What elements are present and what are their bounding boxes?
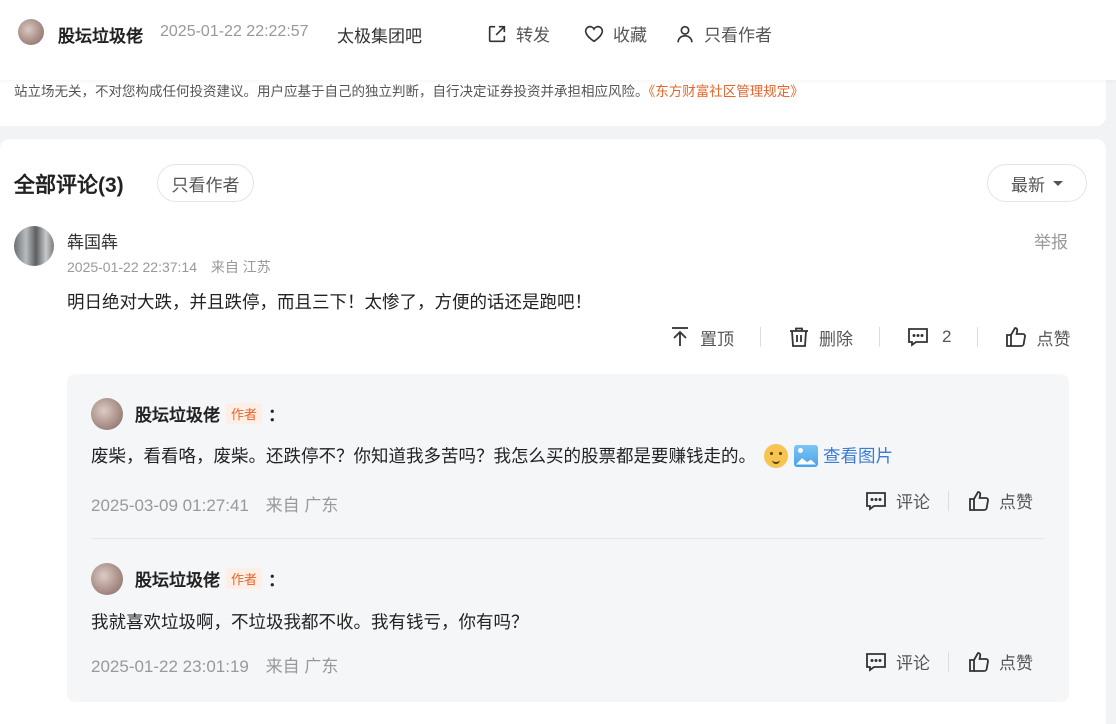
reply-comment-button[interactable]: 评论 <box>864 488 930 513</box>
commenter-name[interactable]: 犇国犇 <box>67 228 118 253</box>
author-avatar[interactable] <box>18 19 44 45</box>
reply-actions: 评论 点赞 <box>864 649 1033 674</box>
comment-timestamp: 2025-01-22 22:37:14 <box>67 259 197 275</box>
reply-count: 2 <box>942 327 952 346</box>
pin-top-icon <box>672 327 688 346</box>
author-only-filter-label: 只看作者 <box>171 175 240 195</box>
like-button[interactable]: 点赞 <box>1004 325 1070 350</box>
author-name[interactable]: 股坛垃圾佬 <box>58 22 143 47</box>
action-separator <box>879 327 880 347</box>
reply-timestamp: 2025-03-09 01:27:41 <box>91 496 249 515</box>
reply-location: 来自 广东 <box>265 657 339 676</box>
report-button[interactable]: 举报 <box>1034 228 1068 253</box>
thumbs-up-icon <box>969 651 989 672</box>
reply-timestamp: 2025-01-22 23:01:19 <box>91 657 249 676</box>
reply-comment-label: 评论 <box>896 493 930 512</box>
view-image-label: 查看图片 <box>823 446 893 466</box>
commenter-avatar[interactable] <box>14 226 54 266</box>
favorite-label: 收藏 <box>613 26 647 45</box>
reply-like-button[interactable]: 点赞 <box>967 649 1033 674</box>
reply-comment-button[interactable]: 评论 <box>864 649 930 674</box>
delete-button[interactable]: 删除 <box>787 325 853 350</box>
comments-title: 全部评论(3) <box>14 174 124 197</box>
share-icon <box>488 25 506 42</box>
sort-dropdown[interactable]: 最新 <box>987 164 1087 202</box>
post-timestamp: 2025-01-22 22:22:57 <box>160 23 309 40</box>
reply-avatar[interactable] <box>91 563 123 595</box>
reply-location: 来自 广东 <box>265 496 339 515</box>
action-separator <box>977 327 979 347</box>
favorite-button[interactable]: 收藏 <box>583 21 647 46</box>
pin-button[interactable]: 置顶 <box>668 325 734 350</box>
image-icon <box>794 444 818 467</box>
comment-icon <box>908 328 928 347</box>
heart-icon <box>584 25 604 42</box>
view-image-link[interactable]: 查看图片 <box>794 443 893 468</box>
user-icon <box>677 25 693 42</box>
author-only-label: 只看作者 <box>704 26 772 45</box>
reply-count-button[interactable]: 2 <box>906 325 951 349</box>
action-separator <box>948 490 949 511</box>
author-tag: 作者 <box>226 403 263 424</box>
reply-author-name[interactable]: 股坛垃圾佬 <box>135 401 220 426</box>
reply-actions: 评论 点赞 <box>864 488 1033 513</box>
emoji-face-icon <box>764 443 788 468</box>
reply-like-button[interactable]: 点赞 <box>967 488 1033 513</box>
share-button[interactable]: 转发 <box>486 21 550 46</box>
share-label: 转发 <box>516 26 550 45</box>
thumbs-up-icon <box>969 490 989 511</box>
delete-label: 删除 <box>819 329 853 349</box>
reply-like-label: 点赞 <box>999 654 1033 673</box>
sort-label: 最新 <box>1011 175 1045 195</box>
reply-divider <box>91 538 1045 539</box>
author-tag: 作者 <box>226 568 263 589</box>
reply-text: 我就喜欢垃圾啊，不垃圾我都不收。我有钱亏，你有吗？ <box>91 612 529 632</box>
disclaimer: 站立场无关，不对您构成任何投资建议。用户应基于自己的独立判断，自行决定证券投资并… <box>14 80 804 100</box>
pin-label: 置顶 <box>700 329 734 349</box>
forum-bar-link[interactable]: 太极集团吧 <box>337 22 422 47</box>
author-only-filter-button[interactable]: 只看作者 <box>157 164 254 202</box>
reply-colon: ： <box>268 571 286 590</box>
caret-down-icon <box>1053 180 1063 186</box>
reply-text: 废柴，看看咯，废柴。还跌停不？你知道我多苦吗？我怎么买的股票都是要赚钱走的。 <box>91 446 756 466</box>
community-rules-link[interactable]: 《东方财富社区管理规定》 <box>649 84 804 99</box>
reply-text-row: 我就喜欢垃圾啊，不垃圾我都不收。我有钱亏，你有吗？ <box>91 609 529 634</box>
comment-actions: 置顶 删除 2 点赞 <box>668 323 1070 351</box>
reply-avatar[interactable] <box>91 398 123 430</box>
disclaimer-text: 站立场无关，不对您构成任何投资建议。用户应基于自己的独立判断，自行决定证券投资并… <box>14 84 649 99</box>
post-header-bar: 股坛垃圾佬 2025-01-22 22:22:57 太极集团吧 转发 收藏 只看… <box>0 0 1116 80</box>
thumbs-up-icon <box>1006 327 1027 347</box>
reply-text-row: 废柴，看看咯，废柴。还跌停不？你知道我多苦吗？我怎么买的股票都是要赚钱走的。 查… <box>91 443 893 468</box>
action-separator <box>948 651 949 672</box>
reply-meta: 2025-03-09 01:27:41 来自 广东 <box>91 491 338 516</box>
like-label: 点赞 <box>1036 329 1071 349</box>
comment-location: 来自 江苏 <box>210 259 271 275</box>
comment-icon <box>866 652 886 672</box>
comment-meta: 2025-01-22 22:37:14 来自 江苏 <box>67 257 271 277</box>
reply-like-label: 点赞 <box>999 493 1033 512</box>
reply-comment-label: 评论 <box>896 654 930 673</box>
comments-section: 全部评论(3) 只看作者 最新 犇国犇 2025-01-22 22:37:14 … <box>0 139 1106 724</box>
reply-author: 股坛垃圾佬 作者 ： <box>135 401 285 426</box>
replies-container: 股坛垃圾佬 作者 ： 废柴，看看咯，废柴。还跌停不？你知道我多苦吗？我怎么买的股… <box>67 374 1069 702</box>
reply-author-name[interactable]: 股坛垃圾佬 <box>135 566 220 591</box>
comment-text: 明日绝对大跌，并且跌停，而且三下！太惨了，方便的话还是跑吧！ <box>67 292 592 312</box>
comment-icon <box>866 491 886 511</box>
reply-author: 股坛垃圾佬 作者 ： <box>135 566 285 591</box>
action-separator <box>760 327 761 347</box>
reply-colon: ： <box>268 406 286 425</box>
trash-icon <box>790 327 808 347</box>
reply-meta: 2025-01-22 23:01:19 来自 广东 <box>91 652 338 677</box>
author-only-toggle[interactable]: 只看作者 <box>674 21 772 46</box>
